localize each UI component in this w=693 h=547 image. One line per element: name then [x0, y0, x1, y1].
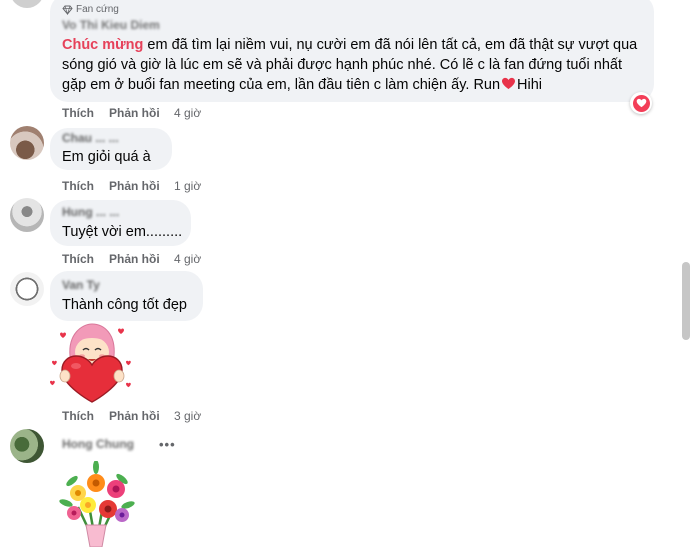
- avatar[interactable]: [10, 126, 44, 160]
- comment-text-end: Hihi: [517, 77, 543, 93]
- like-button[interactable]: Thích: [62, 252, 109, 266]
- like-button[interactable]: Thích: [62, 179, 109, 193]
- comment-text: Thành công tốt đẹp: [62, 297, 187, 313]
- avatar[interactable]: [10, 272, 44, 306]
- heart-icon: [502, 77, 516, 90]
- reply-button[interactable]: Phản hồi: [109, 106, 174, 120]
- comment-bubble: Hung ... ... Tuyệt vời em.........: [50, 200, 191, 246]
- comment-text: Chúc mừng em đã tìm lại niềm vui, nụ cườ…: [62, 35, 647, 95]
- comment-bubble: Van Ty Thành công tốt đẹp: [50, 271, 203, 321]
- scrollbar[interactable]: [682, 262, 690, 340]
- avatar[interactable]: [10, 0, 44, 8]
- comment-bubble: Fan cứng Vo Thi Kieu Diem Chúc mừng em đ…: [50, 0, 654, 102]
- reply-button[interactable]: Phản hồi: [109, 409, 174, 423]
- comment-author[interactable]: Chau ... ...: [62, 131, 119, 145]
- like-button[interactable]: Thích: [62, 409, 109, 423]
- avatar[interactable]: [10, 429, 44, 463]
- comment-author[interactable]: Vo Thi Kieu Diem: [62, 18, 160, 32]
- diamond-icon: [62, 5, 73, 15]
- comment-text: Em giỏi quá à: [62, 149, 151, 165]
- love-reaction-icon[interactable]: [630, 92, 652, 114]
- like-button[interactable]: Thích: [62, 106, 109, 120]
- more-options-icon[interactable]: •••: [159, 437, 176, 452]
- comment-actions: Thích Phản hồi 4 giờ: [62, 106, 201, 120]
- comment-actions: Thích Phản hồi 4 giờ: [62, 252, 201, 266]
- fan-badge-label: Fan cứng: [76, 4, 119, 15]
- avatar[interactable]: [10, 198, 44, 232]
- comment-time[interactable]: 3 giờ: [174, 409, 201, 423]
- reply-button[interactable]: Phản hồi: [109, 179, 174, 193]
- reply-button[interactable]: Phản hồi: [109, 252, 174, 266]
- comment-actions: Thích Phản hồi 3 giờ: [62, 409, 201, 423]
- heart-girl-sticker[interactable]: [48, 322, 136, 404]
- comment-bubble: Chau ... ... Em giỏi quá à: [50, 128, 172, 170]
- comment-time[interactable]: 1 giờ: [174, 179, 201, 193]
- comment-text-body: em đã tìm lại niềm vui, nụ cười em đã nó…: [62, 37, 638, 93]
- flower-bouquet-sticker[interactable]: [56, 461, 138, 547]
- comment-author[interactable]: Hung ... ...: [62, 205, 119, 219]
- comment-actions: Thích Phản hồi 1 giờ: [62, 179, 201, 193]
- fan-badge: Fan cứng: [62, 4, 119, 15]
- comment-time[interactable]: 4 giờ: [174, 106, 201, 120]
- comment-author[interactable]: Van Ty: [62, 278, 100, 292]
- highlight-text: Chúc mừng: [62, 37, 144, 53]
- comment-text: Tuyệt vời em.........: [62, 224, 183, 240]
- comment-time[interactable]: 4 giờ: [174, 252, 201, 266]
- comment-author[interactable]: Hong Chung: [62, 437, 134, 451]
